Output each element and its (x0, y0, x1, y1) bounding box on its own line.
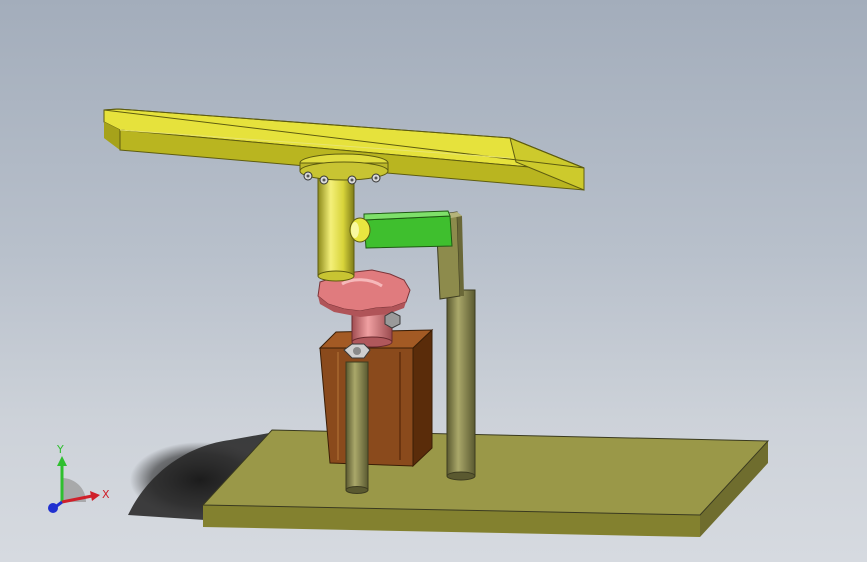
vertical-cylinder[interactable] (317, 177, 355, 282)
y-arrow-icon (57, 456, 67, 466)
front-rod[interactable] (343, 343, 371, 494)
green-link-arm[interactable] (349, 210, 453, 249)
z-arrow-icon (48, 503, 58, 513)
graphics-viewport[interactable]: Y X (0, 0, 867, 562)
base-plate[interactable] (201, 429, 770, 537)
flange-mount[interactable] (299, 153, 389, 185)
x-axis-label: X (102, 488, 110, 501)
y-axis-label: Y (56, 443, 64, 456)
cad-model[interactable] (0, 0, 867, 562)
x-arrow-icon (90, 491, 100, 501)
axis-triad[interactable]: Y X (40, 440, 120, 520)
coupling-nut (384, 311, 401, 329)
motor-housing[interactable] (318, 328, 434, 468)
